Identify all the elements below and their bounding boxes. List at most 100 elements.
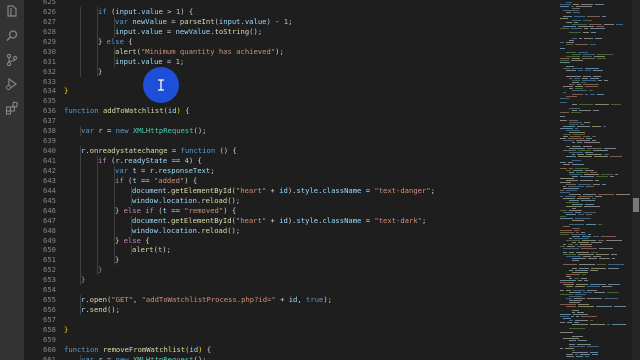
run-debug-icon[interactable] xyxy=(0,72,24,96)
minimap-line xyxy=(592,126,601,127)
minimap-line xyxy=(583,76,591,77)
minimap-line xyxy=(566,22,572,23)
minimap-line xyxy=(566,240,580,241)
code-line[interactable] xyxy=(64,0,550,7)
code-line[interactable]: window.location.reload(); xyxy=(64,195,550,206)
minimap-line xyxy=(608,284,620,285)
minimap-line xyxy=(574,16,585,17)
minimap-line xyxy=(589,90,593,91)
minimap-line xyxy=(578,242,589,243)
code-token: == xyxy=(166,205,185,215)
indent-guide xyxy=(80,265,81,276)
code-line[interactable]: function addToWatchlist(id) { xyxy=(64,106,550,116)
minimap-line xyxy=(612,324,626,325)
extensions-icon[interactable] xyxy=(0,96,24,120)
minimap-line xyxy=(579,264,595,265)
indent-guide xyxy=(97,36,98,47)
code-line[interactable]: document.getElementById("heart" + id).st… xyxy=(64,185,550,196)
code-line[interactable]: input.value = newValue.toString(); xyxy=(64,26,550,37)
minimap-line xyxy=(572,336,583,337)
minimap-line xyxy=(560,28,569,29)
code-token: > xyxy=(162,6,176,16)
indent-guide xyxy=(80,36,81,47)
explorer-icon[interactable] xyxy=(0,0,24,24)
search-icon[interactable] xyxy=(0,24,24,48)
code-line[interactable] xyxy=(64,77,550,87)
code-line[interactable] xyxy=(64,116,550,126)
code-line[interactable] xyxy=(64,285,550,295)
indent-guide xyxy=(97,245,98,256)
code-editor[interactable]: 625 626 627 628 629 630 631 632 633 634 635 636 637 6… xyxy=(24,0,550,360)
code-line[interactable]: r.onreadystatechange = function () { xyxy=(64,146,550,156)
code-line[interactable]: alert(t); xyxy=(64,245,550,256)
vertical-scrollbar[interactable] xyxy=(632,0,640,360)
minimap-line xyxy=(594,156,608,157)
code-line[interactable]: var r = new XMLHttpRequest(); xyxy=(64,354,550,360)
code-line[interactable]: } else if (t == "removed") { xyxy=(64,205,550,216)
code-line[interactable]: } xyxy=(64,255,550,266)
minimap-line xyxy=(577,142,582,143)
code-line[interactable]: if (input.value > 1) { xyxy=(64,6,550,17)
minimap-line xyxy=(560,18,568,19)
minimap-line xyxy=(616,24,623,25)
line-number: 632 xyxy=(43,66,56,76)
code-line[interactable]: r.open("GET", "addToWatchlistProcess.php… xyxy=(64,295,550,306)
code-line[interactable]: var t = r.responseText; xyxy=(64,165,550,176)
minimap-line xyxy=(580,124,584,125)
code-line[interactable]: var r = new XMLHttpRequest(); xyxy=(64,126,550,137)
code-token: send xyxy=(89,305,107,315)
code-line[interactable] xyxy=(64,335,550,345)
minimap-line xyxy=(585,152,593,153)
code-line[interactable]: window.location.reload(); xyxy=(64,225,550,236)
code-line[interactable]: } else { xyxy=(64,36,550,47)
code-line[interactable]: if (r.readyState == 4) { xyxy=(64,156,550,166)
line-number: 642 xyxy=(43,165,56,175)
code-line[interactable]: } xyxy=(64,275,550,286)
code-line[interactable] xyxy=(64,315,550,325)
code-line[interactable]: } else { xyxy=(64,235,550,246)
line-number: 643 xyxy=(43,175,56,185)
code-line[interactable]: } xyxy=(64,265,550,276)
minimap-line xyxy=(590,44,596,45)
code-line[interactable]: if (t == "added") { xyxy=(64,175,550,186)
code-line[interactable]: function removeFromWatchlist(id) { xyxy=(64,345,550,355)
minimap-line xyxy=(574,298,585,299)
code-line[interactable]: alert("Minimum quantity has achieved"); xyxy=(64,46,550,57)
code-token: "removed" xyxy=(184,205,224,215)
code-token: style xyxy=(296,215,319,225)
minimap-line xyxy=(586,154,602,155)
minimap-line xyxy=(572,324,588,325)
minimap-line xyxy=(587,346,599,347)
minimap-line xyxy=(560,112,569,113)
minimap-line xyxy=(563,284,574,285)
minimap-line xyxy=(572,310,579,311)
code-line[interactable]: input.value = 1; xyxy=(64,56,550,67)
minimap-line xyxy=(582,240,596,241)
indent-guide xyxy=(114,165,115,176)
minimap-line xyxy=(585,94,588,95)
code-token: , xyxy=(297,295,307,305)
minimap-line xyxy=(595,180,599,181)
code-line[interactable]: } xyxy=(64,66,550,77)
code-line[interactable]: } xyxy=(64,325,550,335)
code-line[interactable] xyxy=(64,136,550,146)
minimap-line xyxy=(568,138,584,139)
minimap[interactable] xyxy=(558,0,632,360)
minimap-line xyxy=(560,322,565,323)
code-area[interactable]: if (input.value > 1) {var newValue = par… xyxy=(64,0,550,360)
code-line[interactable] xyxy=(64,96,550,106)
code-line[interactable]: } xyxy=(64,86,550,96)
scrollbar-thumb[interactable] xyxy=(633,198,639,212)
code-line[interactable]: document.getElementById("heart" + id).st… xyxy=(64,215,550,226)
code-line[interactable]: var newValue = parseInt(input.value) - 1… xyxy=(64,16,550,27)
minimap-line xyxy=(568,244,573,245)
line-number: 625 xyxy=(43,0,56,6)
minimap-line xyxy=(565,348,574,349)
minimap-line xyxy=(572,208,576,209)
minimap-line xyxy=(560,162,566,163)
code-token: input xyxy=(218,16,241,26)
minimap-line xyxy=(580,176,594,177)
indent-guide xyxy=(114,175,115,186)
code-line[interactable]: r.send(); xyxy=(64,305,550,315)
source-control-icon[interactable] xyxy=(0,48,24,72)
